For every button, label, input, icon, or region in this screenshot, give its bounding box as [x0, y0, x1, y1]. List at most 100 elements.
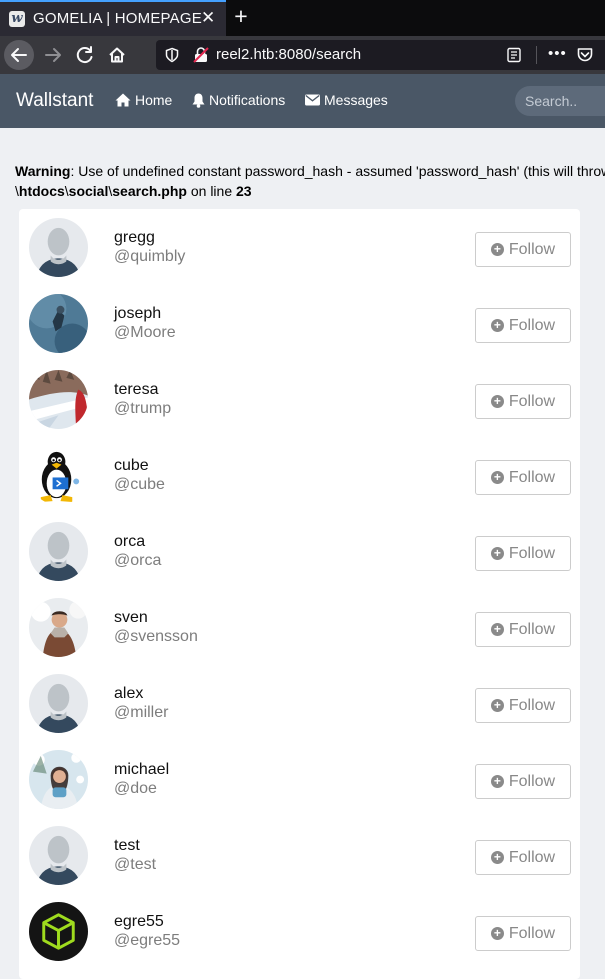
user-name[interactable]: alex — [114, 685, 143, 703]
user-row: joseph @Moore + Follow — [19, 285, 580, 361]
nav-notifications-label: Notifications — [209, 92, 286, 108]
follow-button[interactable]: + Follow — [475, 916, 571, 951]
avatar[interactable] — [29, 522, 88, 581]
user-row: cube @cube + Follow — [19, 437, 580, 513]
follow-button[interactable]: + Follow — [475, 688, 571, 723]
warning-path-part: social — [68, 183, 109, 199]
follow-label: Follow — [508, 696, 556, 714]
plus-circle-icon: + — [490, 623, 504, 636]
reload-icon — [76, 46, 93, 64]
warning-on-line: on line — [186, 183, 237, 199]
user-row: teresa @trump + Follow — [19, 361, 580, 437]
follow-label: Follow — [508, 620, 556, 638]
browser-nav-bar: reel2.htb:8080/search ••• — [0, 36, 605, 74]
user-handle: @Moore — [114, 324, 176, 341]
user-name[interactable]: cube — [114, 457, 149, 475]
follow-button[interactable]: + Follow — [475, 764, 571, 799]
warning-path-part: htdocs — [18, 183, 65, 199]
user-name[interactable]: test — [114, 837, 140, 855]
nav-home[interactable]: Home — [115, 92, 172, 108]
follow-label: Follow — [508, 772, 556, 790]
avatar[interactable] — [29, 294, 88, 353]
user-name[interactable]: egre55 — [114, 913, 164, 931]
user-name[interactable]: gregg — [114, 229, 155, 247]
avatar[interactable] — [29, 446, 88, 505]
user-row: test @test + Follow — [19, 817, 580, 893]
plus-circle-icon: + — [490, 243, 504, 256]
follow-label: Follow — [508, 392, 556, 410]
plus-circle-icon: + — [490, 775, 504, 788]
home-button[interactable] — [102, 40, 132, 70]
user-row: egre55 @egre55 + Follow — [19, 893, 580, 969]
avatar[interactable] — [29, 750, 88, 809]
user-name[interactable]: orca — [114, 533, 145, 551]
close-tab-icon[interactable]: ✕ — [201, 8, 215, 28]
user-name[interactable]: michael — [114, 761, 169, 779]
reader-view-icon[interactable] — [506, 47, 522, 63]
page-actions-icon[interactable]: ••• — [548, 45, 567, 62]
user-row: gregg @quimbly + Follow — [19, 209, 580, 285]
follow-label: Follow — [508, 240, 556, 258]
follow-label: Follow — [508, 544, 556, 562]
avatar[interactable] — [29, 598, 88, 657]
plus-circle-icon: + — [490, 319, 504, 332]
user-handle: @doe — [114, 780, 157, 797]
avatar[interactable] — [29, 218, 88, 277]
follow-button[interactable]: + Follow — [475, 840, 571, 875]
follow-label: Follow — [508, 468, 556, 486]
user-name[interactable]: joseph — [114, 305, 161, 323]
avatar[interactable] — [29, 674, 88, 733]
nav-messages[interactable]: Messages — [305, 92, 388, 108]
follow-button[interactable]: + Follow — [475, 460, 571, 495]
forward-button[interactable] — [38, 40, 68, 70]
user-handle: @test — [114, 856, 157, 873]
pocket-icon[interactable] — [576, 46, 594, 64]
warning-line-number: 23 — [236, 183, 252, 199]
home-icon — [115, 93, 131, 107]
warning-label: Warning — [15, 163, 71, 179]
nav-messages-label: Messages — [324, 92, 388, 108]
avatar[interactable] — [29, 826, 88, 885]
user-handle: @svensson — [114, 628, 198, 645]
plus-circle-icon: + — [490, 395, 504, 408]
brand-logo[interactable]: Wallstant — [16, 90, 93, 112]
follow-label: Follow — [508, 848, 556, 866]
follow-button[interactable]: + Follow — [475, 232, 571, 267]
shield-icon[interactable] — [164, 47, 180, 63]
tab-title: GOMELIA | HOMEPAGE — [33, 10, 202, 27]
user-name[interactable]: sven — [114, 609, 148, 627]
url-text[interactable]: reel2.htb:8080/search — [216, 46, 361, 63]
new-tab-button[interactable]: + — [230, 3, 252, 29]
avatar[interactable] — [29, 902, 88, 961]
avatar[interactable] — [29, 370, 88, 429]
back-button[interactable] — [4, 40, 34, 70]
site-favicon-icon: w — [9, 11, 25, 27]
insecure-lock-icon[interactable] — [192, 46, 210, 64]
arrow-left-icon — [11, 48, 27, 62]
follow-label: Follow — [508, 316, 556, 334]
follow-button[interactable]: + Follow — [475, 612, 571, 647]
follow-button[interactable]: + Follow — [475, 384, 571, 419]
search-input[interactable] — [515, 86, 605, 116]
warning-message: : Use of undefined constant password_has… — [70, 163, 605, 179]
follow-button[interactable]: + Follow — [475, 308, 571, 343]
user-handle: @orca — [114, 552, 162, 569]
reload-button[interactable] — [70, 40, 100, 70]
plus-circle-icon: + — [490, 471, 504, 484]
user-row: orca @orca + Follow — [19, 513, 580, 589]
address-bar[interactable]: reel2.htb:8080/search ••• — [156, 40, 605, 70]
user-list: gregg @quimbly + Follow joseph @Moore + Fo… — [19, 209, 580, 979]
home-icon — [109, 47, 125, 63]
browser-tab[interactable]: w GOMELIA | HOMEPAGE ✕ — [0, 0, 226, 36]
follow-label: Follow — [508, 924, 556, 942]
site-header: Wallstant Home Notifications Messages — [0, 74, 605, 128]
browser-tab-bar: w GOMELIA | HOMEPAGE ✕ + — [0, 0, 605, 36]
warning-path-part: search.php — [112, 183, 187, 199]
user-row: sven @svensson + Follow — [19, 589, 580, 665]
user-row: alex @miller + Follow — [19, 665, 580, 741]
user-name[interactable]: teresa — [114, 381, 158, 399]
nav-home-label: Home — [135, 92, 173, 108]
follow-button[interactable]: + Follow — [475, 536, 571, 571]
plus-circle-icon: + — [490, 547, 504, 560]
nav-notifications[interactable]: Notifications — [192, 92, 285, 108]
